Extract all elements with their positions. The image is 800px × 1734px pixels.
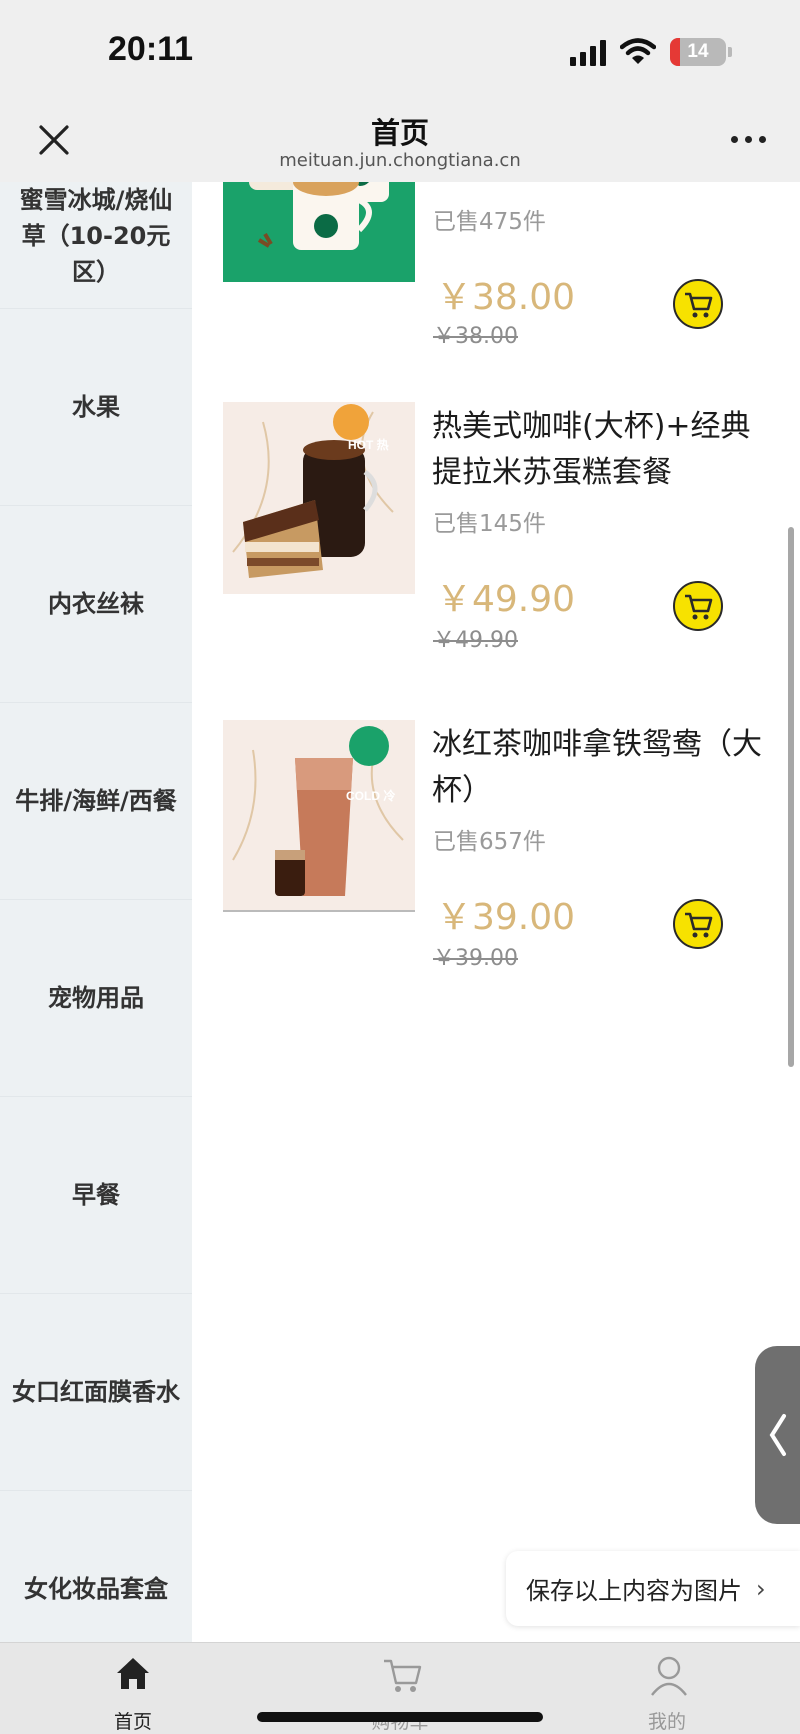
user-icon [651, 1656, 687, 1696]
scrollbar[interactable] [788, 527, 794, 1067]
save-as-image-button[interactable]: 保存以上内容为图片 › [506, 1551, 800, 1626]
product-list: 已售475件 ￥38.00 ￥38.00 热美式咖啡(大杯)+经典提拉米苏蛋糕套… [192, 182, 800, 1642]
sidebar-item-label: 早餐 [72, 1181, 120, 1209]
sidebar-item-lipstick-mask-perfume[interactable]: 女口红面膜香水 [0, 1294, 192, 1491]
more-icon[interactable] [731, 136, 766, 143]
tab-mine[interactable]: 我的 [597, 1643, 737, 1734]
hot-badge-label: HOT 热 [348, 438, 389, 452]
home-indicator[interactable] [257, 1712, 543, 1722]
product-sold-count: 已售145件 [433, 511, 546, 537]
tab-label: 我的 [647, 1711, 686, 1733]
product-sold-count: 已售657件 [433, 829, 546, 855]
wifi-icon [620, 38, 656, 64]
product-original-price: ￥38.00 [433, 324, 518, 349]
sidebar-item-label: 蜜雪冰城/烧仙草（10-20元区） [19, 186, 173, 286]
page-title: 首页 [370, 116, 429, 150]
nav-bar: 首页 meituan.jun.chongtiana.cn [0, 100, 800, 182]
battery-level: 14 [687, 41, 709, 62]
product-price: ￥39.00 [436, 897, 576, 938]
add-to-cart-button[interactable] [672, 898, 724, 950]
product-image[interactable] [223, 182, 415, 282]
product-card[interactable]: 冰红茶咖啡拿铁鸳鸯（大杯） 已售657件 ￥39.00 ￥39.00 [192, 712, 800, 1030]
save-as-image-label: 保存以上内容为图片 [526, 1577, 742, 1605]
sidebar-item-label: 内衣丝袜 [48, 590, 144, 618]
sidebar-item-breakfast[interactable]: 早餐 [0, 1097, 192, 1294]
sidebar-item-lingerie[interactable]: 内衣丝袜 [0, 506, 192, 703]
status-time: 20:11 [108, 30, 194, 68]
sidebar-item-fruit[interactable]: 水果 [0, 309, 192, 506]
status-bar: 20:11 14 [0, 0, 800, 100]
tab-home[interactable]: 首页 [63, 1643, 203, 1734]
tab-label: 首页 [113, 1711, 152, 1733]
product-image[interactable] [223, 720, 415, 912]
sidebar-item-steak-seafood[interactable]: 牛排/海鲜/西餐 [0, 703, 192, 900]
product-original-price: ￥39.00 [433, 946, 518, 971]
product-name: 热美式咖啡(大杯)+经典提拉米苏蛋糕套餐 [432, 409, 751, 490]
sidebar-item-label: 女化妆品套盒 [24, 1575, 168, 1603]
chevron-right-icon: › [756, 1574, 766, 1603]
cellular-signal-icon [570, 38, 606, 66]
product-price: ￥49.90 [436, 579, 576, 620]
chevron-left-icon [769, 1414, 786, 1456]
battery-icon: 14 [670, 38, 726, 66]
page-url: meituan.jun.chongtiana.cn [279, 150, 521, 171]
home-icon [117, 1658, 149, 1689]
sidebar-item-label: 水果 [72, 393, 120, 421]
side-drawer-handle[interactable] [755, 1346, 800, 1524]
cold-badge-label: COLD 冷 [346, 789, 396, 803]
product-price: ￥38.00 [436, 277, 576, 318]
product-card[interactable]: 热美式咖啡(大杯)+经典提拉米苏蛋糕套餐 已售145件 ￥49.90 ￥49.9… [192, 394, 800, 712]
battery-tip [728, 47, 732, 57]
category-sidebar: 蜜雪冰城/烧仙草（10-20元区） 水果 内衣丝袜 牛排/海鲜/西餐 宠物用品 … [0, 182, 192, 1642]
product-sold-count: 已售475件 [433, 209, 546, 235]
status-icons: 14 [570, 38, 732, 66]
product-name: 冰红茶咖啡拿铁鸳鸯（大杯） [432, 727, 762, 808]
product-original-price: ￥49.90 [433, 628, 518, 653]
product-card[interactable]: 已售475件 ￥38.00 ￥38.00 [192, 182, 800, 374]
cart-icon [384, 1659, 422, 1692]
sidebar-item-cosmetics-set[interactable]: 女化妆品套盒 [0, 1491, 192, 1642]
sidebar-item-pet-supplies[interactable]: 宠物用品 [0, 900, 192, 1097]
add-to-cart-button[interactable] [672, 278, 724, 330]
sidebar-item-label: 女口红面膜香水 [12, 1378, 180, 1406]
sidebar-item-mixue[interactable]: 蜜雪冰城/烧仙草（10-20元区） [0, 182, 192, 309]
add-to-cart-button[interactable] [672, 580, 724, 632]
sidebar-item-label: 宠物用品 [48, 984, 144, 1012]
sidebar-item-label: 牛排/海鲜/西餐 [15, 787, 177, 815]
